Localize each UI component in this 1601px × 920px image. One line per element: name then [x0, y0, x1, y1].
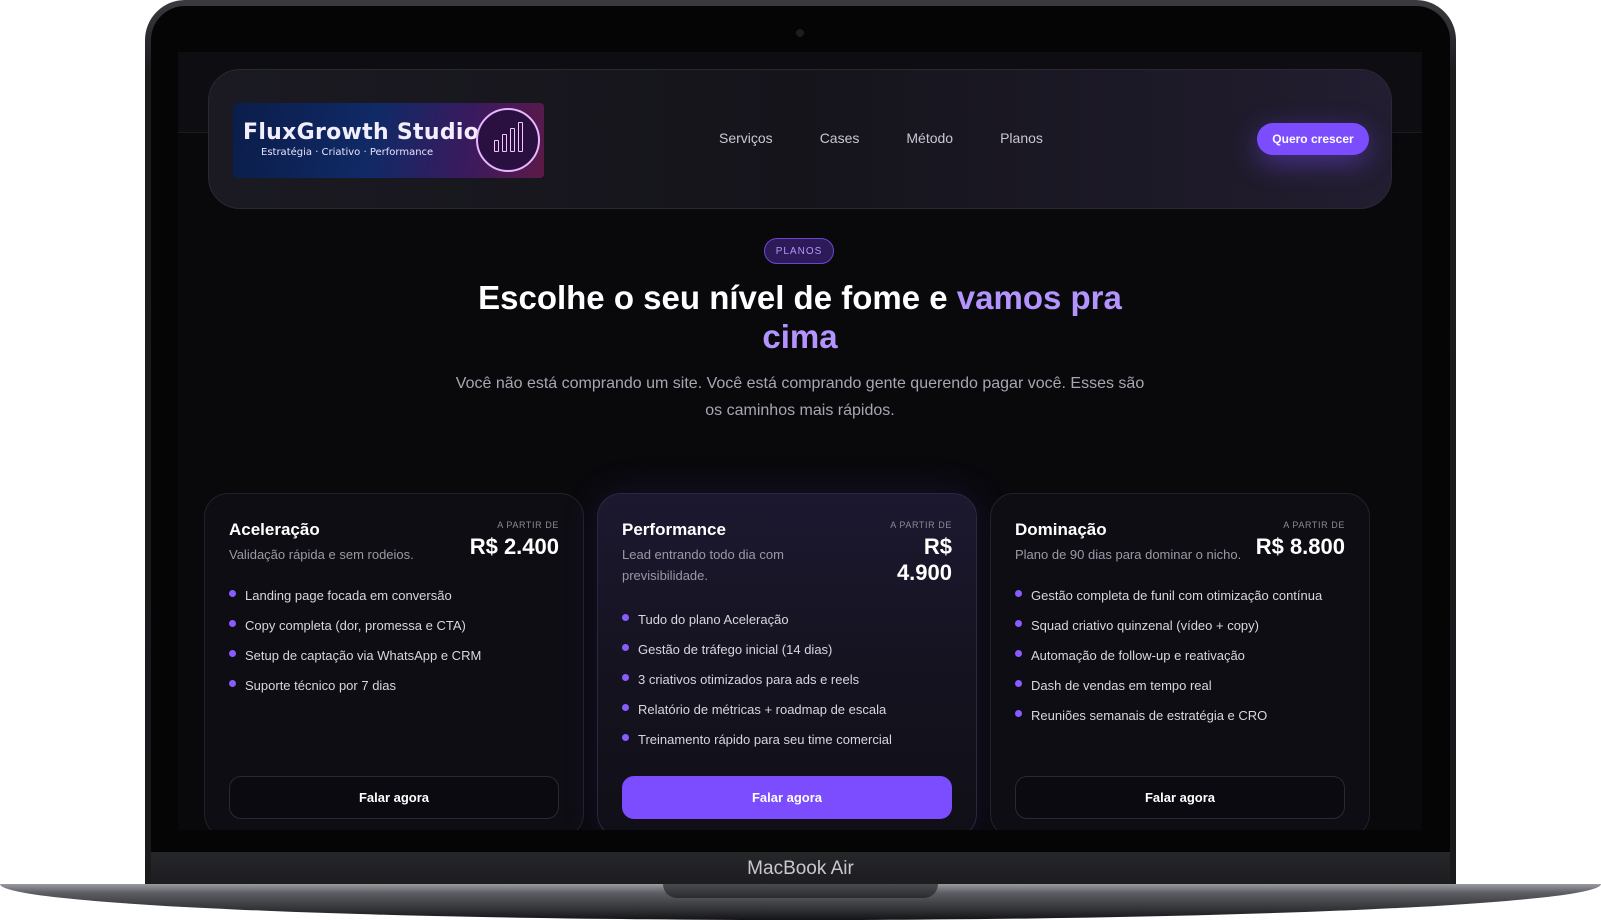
list-item: Gestão completa de funil com otimização …: [1015, 580, 1322, 610]
nav-link-cases[interactable]: Cases: [820, 130, 860, 146]
bullet-icon: [1015, 619, 1022, 627]
page-subtitle: Você não está comprando um site. Você es…: [455, 375, 1145, 419]
list-item: Landing page focada em conversão: [229, 580, 481, 610]
bullet-icon: [229, 589, 236, 597]
feature-text: Gestão de tráfego inicial (14 dias): [638, 641, 833, 657]
nav-link-servicos[interactable]: Serviços: [719, 130, 773, 146]
title-main: Escolhe o seu nível de fome e: [478, 279, 957, 316]
feature-text: Tudo do plano Aceleração: [638, 611, 789, 627]
bullet-icon: [1015, 679, 1022, 687]
plan-price: R$ 8.800: [1255, 534, 1345, 559]
bullet-icon: [1015, 589, 1022, 597]
feature-text: Dash de vendas em tempo real: [1031, 677, 1212, 693]
feature-list: Landing page focada em conversão Copy co…: [229, 580, 481, 700]
laptop-chin: MacBook Air: [151, 852, 1450, 886]
feature-text: Reuniões semanais de estratégia e CRO: [1031, 707, 1268, 723]
bullet-icon: [622, 673, 629, 681]
list-item: Dash de vendas em tempo real: [1015, 670, 1322, 700]
nav-link-planos[interactable]: Planos: [1000, 130, 1043, 146]
list-item: Suporte técnico por 7 dias: [229, 670, 481, 700]
feature-text: Gestão completa de funil com otimização …: [1031, 587, 1323, 603]
bullet-icon: [622, 733, 629, 741]
plan-name: Performance: [622, 520, 726, 539]
bullet-icon: [229, 619, 236, 627]
camera-icon: [796, 29, 804, 37]
plan-price: R$ 2.400: [469, 534, 559, 559]
bullet-icon: [622, 613, 629, 621]
price-label: A PARTIR DE: [1283, 520, 1345, 530]
feature-text: Treinamento rápido para seu time comerci…: [638, 731, 892, 747]
plan-name: Dominação: [1015, 520, 1107, 539]
list-item: Squad criativo quinzenal (vídeo + copy): [1015, 610, 1322, 640]
plan-price: R$ 4.900: [896, 534, 952, 585]
feature-text: Setup de captação via WhatsApp e CRM: [245, 647, 482, 663]
feature-list: Tudo do plano Aceleração Gestão de tráfe…: [622, 604, 892, 754]
plan-card-dominacao: Dominação Plano de 90 dias para dominar …: [990, 493, 1370, 830]
screen: FluxGrowth Studio Estratégia · Criativo …: [178, 52, 1422, 830]
feature-text: Squad criativo quinzenal (vídeo + copy): [1031, 617, 1259, 633]
list-item: Setup de captação via WhatsApp e CRM: [229, 640, 481, 670]
feature-text: Landing page focada em conversão: [245, 587, 452, 603]
device-label: MacBook Air: [747, 858, 854, 879]
main-nav: Serviços Cases Método Planos: [719, 130, 1043, 146]
nav-link-metodo[interactable]: Método: [906, 130, 953, 146]
bullet-icon: [622, 703, 629, 711]
feature-list: Gestão completa de funil com otimização …: [1015, 580, 1322, 730]
bullet-icon: [229, 679, 236, 687]
feature-text: Copy completa (dor, promessa e CTA): [245, 617, 466, 633]
falar-agora-button[interactable]: Falar agora: [1015, 776, 1345, 819]
price-label: A PARTIR DE: [497, 520, 559, 530]
bullet-icon: [622, 643, 629, 651]
bullet-icon: [229, 649, 236, 657]
plan-description: Plano de 90 dias para dominar o nicho.: [1015, 547, 1242, 562]
falar-agora-button[interactable]: Falar agora: [229, 776, 559, 819]
list-item: Tudo do plano Aceleração: [622, 604, 892, 634]
bullet-icon: [1015, 649, 1022, 657]
page-title: Escolhe o seu nível de fome e vamos pra …: [450, 278, 1150, 356]
list-item: 3 criativos otimizados para ads e reels: [622, 664, 892, 694]
brand-logo[interactable]: FluxGrowth Studio Estratégia · Criativo …: [233, 103, 544, 178]
plan-card-performance: Performance Lead entrando todo dia com p…: [597, 493, 977, 830]
feature-text: Automação de follow-up e reativação: [1031, 647, 1245, 663]
list-item: Treinamento rápido para seu time comerci…: [622, 724, 892, 754]
price-label: A PARTIR DE: [890, 520, 952, 530]
site-header: FluxGrowth Studio Estratégia · Criativo …: [208, 69, 1392, 209]
feature-text: Relatório de métricas + roadmap de escal…: [638, 701, 887, 717]
plan-description: Lead entrando todo dia com previsibilida…: [622, 547, 784, 583]
bar-chart-icon: [476, 108, 540, 172]
quero-crescer-button[interactable]: Quero crescer: [1257, 123, 1369, 155]
feature-text: 3 criativos otimizados para ads e reels: [638, 671, 860, 687]
plan-name: Aceleração: [229, 520, 320, 539]
list-item: Copy completa (dor, promessa e CTA): [229, 610, 481, 640]
list-item: Gestão de tráfego inicial (14 dias): [622, 634, 892, 664]
laptop-notch: [663, 884, 938, 898]
list-item: Automação de follow-up e reativação: [1015, 640, 1322, 670]
logo-subtitle: Estratégia · Criativo · Performance: [261, 147, 434, 158]
plan-description: Validação rápida e sem rodeios.: [229, 547, 414, 562]
section-badge: PLANOS: [764, 238, 834, 264]
bullet-icon: [1015, 709, 1022, 717]
plan-card-aceleracao: Aceleração Validação rápida e sem rodeio…: [204, 493, 584, 830]
logo-title: FluxGrowth Studio: [243, 120, 480, 145]
list-item: Reuniões semanais de estratégia e CRO: [1015, 700, 1322, 730]
feature-text: Suporte técnico por 7 dias: [245, 677, 397, 693]
falar-agora-button-primary[interactable]: Falar agora: [622, 776, 952, 819]
list-item: Relatório de métricas + roadmap de escal…: [622, 694, 892, 724]
